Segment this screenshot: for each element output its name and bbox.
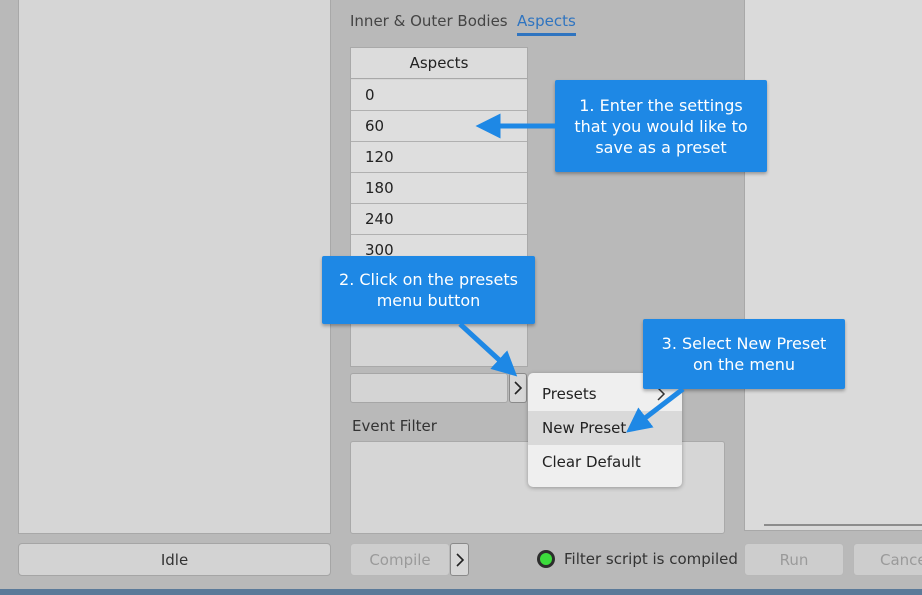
window-bottom-edge [0,589,922,595]
compile-button[interactable]: Compile [350,543,450,576]
cancel-button[interactable]: Cancel [853,543,922,576]
arrow-step-2 [458,322,518,377]
status-led-icon [537,550,555,568]
idle-status-button[interactable]: Idle [18,543,331,576]
chevron-right-icon [455,552,464,567]
compile-status-text: Filter script is compiled [564,550,738,568]
callout-arrows [458,113,685,433]
arrow-step-3 [626,387,685,433]
compile-options-button[interactable] [450,543,469,576]
run-button[interactable]: Run [744,543,844,576]
